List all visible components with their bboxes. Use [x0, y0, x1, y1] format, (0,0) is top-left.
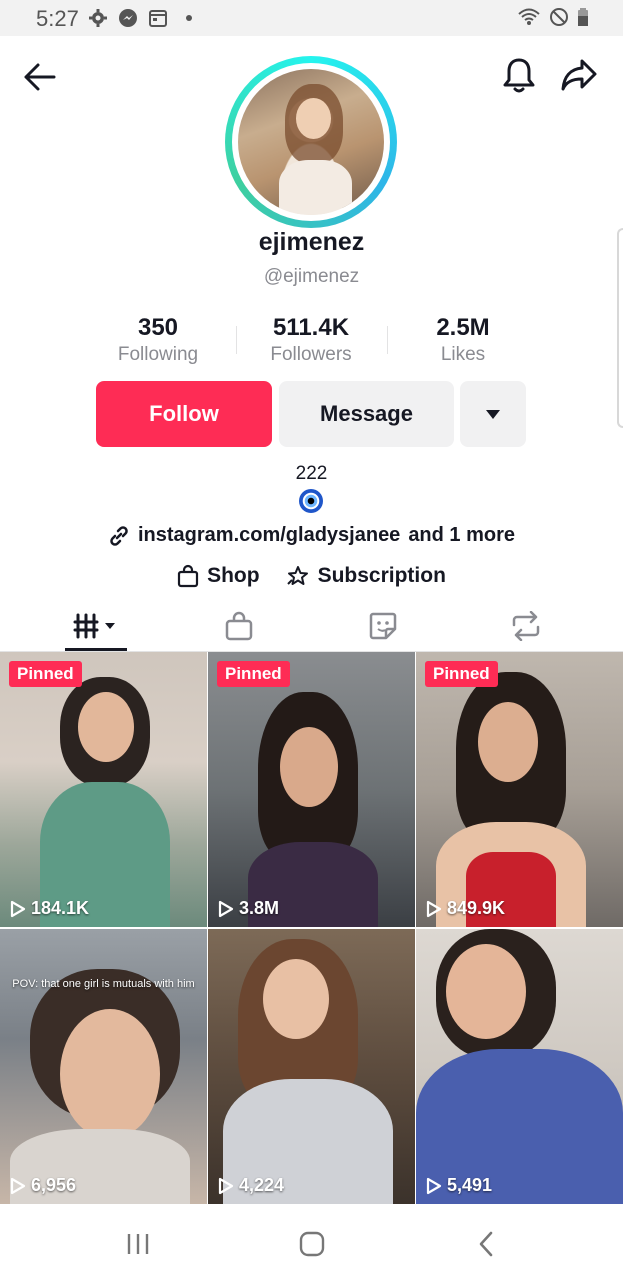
- video-tile[interactable]: POV: that one girl is mutuals with him 6…: [0, 929, 207, 1204]
- video-tile[interactable]: 4,224: [208, 929, 415, 1204]
- display-name: ejimenez: [258, 228, 365, 256]
- star-sparkle-icon: [286, 566, 308, 585]
- profile-chips: Shop Subscription: [0, 564, 623, 588]
- suggested-accounts-button[interactable]: [460, 381, 526, 447]
- stat-following[interactable]: 350 Following: [83, 314, 233, 368]
- shop-link[interactable]: Shop: [177, 564, 260, 588]
- shop-label: Shop: [207, 564, 260, 587]
- stat-value: 2.5M: [436, 314, 490, 341]
- stat-likes[interactable]: 2.5M Likes: [388, 314, 538, 368]
- active-tab-indicator: [65, 648, 127, 651]
- messenger-icon: [119, 9, 137, 27]
- play-icon: [218, 1177, 234, 1194]
- view-count-value: 184.1K: [31, 898, 90, 918]
- bag-icon: [225, 611, 253, 641]
- video-tile[interactable]: Pinned 3.8M: [208, 652, 415, 927]
- wifi-icon: [518, 8, 540, 25]
- tab-favorites[interactable]: [333, 600, 433, 652]
- play-icon: [10, 1177, 26, 1194]
- play-icon: [10, 900, 26, 917]
- view-count: 849.9K: [426, 898, 505, 919]
- message-label: Message: [320, 401, 413, 426]
- edge-panel-handle[interactable]: [617, 228, 623, 428]
- bio-text: 222: [295, 463, 328, 484]
- nazar-emoji-icon: [299, 489, 323, 513]
- view-count-value: 4,224: [239, 1175, 285, 1195]
- stat-followers[interactable]: 511.4K Followers: [236, 314, 386, 368]
- pinned-badge: Pinned: [425, 661, 498, 687]
- video-tile[interactable]: Pinned 849.9K: [416, 652, 623, 927]
- avatar[interactable]: [225, 56, 397, 228]
- recent-apps-icon: [127, 1234, 149, 1254]
- video-overlay-caption: POV: that one girl is mutuals with him: [12, 978, 195, 990]
- notification-bell-button[interactable]: [498, 54, 540, 96]
- view-count: 4,224: [218, 1175, 284, 1196]
- subscription-link[interactable]: Subscription: [286, 564, 446, 588]
- tab-shop[interactable]: [189, 600, 289, 652]
- system-back-button[interactable]: [466, 1226, 506, 1262]
- video-tile[interactable]: Pinned 184.1K: [0, 652, 207, 927]
- stat-value: 511.4K: [272, 314, 350, 341]
- profile-link[interactable]: instagram.com/gladysjanee and 1 more: [0, 524, 623, 547]
- stat-label: Following: [117, 344, 199, 365]
- stat-label: Followers: [270, 344, 352, 365]
- caret-down-icon: [486, 410, 500, 419]
- do-not-disturb-icon: [550, 8, 568, 26]
- view-count-value: 849.9K: [447, 898, 506, 918]
- message-button[interactable]: Message: [279, 381, 454, 447]
- chevron-left-icon: [479, 1231, 493, 1257]
- view-count: 6,956: [10, 1175, 76, 1196]
- share-button[interactable]: [558, 54, 600, 96]
- tab-reposts[interactable]: [476, 600, 576, 652]
- gear-icon: [89, 9, 107, 27]
- video-tile[interactable]: 5,491: [416, 929, 623, 1204]
- stat-label: Likes: [440, 344, 486, 365]
- system-nav-bar: [0, 1208, 623, 1280]
- pinned-badge: Pinned: [9, 661, 82, 687]
- battery-icon: [578, 8, 588, 26]
- recent-apps-button[interactable]: [118, 1226, 158, 1262]
- back-arrow-icon: [24, 63, 56, 91]
- notification-dot-icon: [186, 15, 192, 21]
- status-bar: 5:27: [0, 0, 623, 36]
- tab-videos[interactable]: [46, 600, 146, 652]
- follow-label: Follow: [149, 401, 219, 426]
- avatar-image: [238, 69, 384, 215]
- subscription-label: Subscription: [317, 564, 446, 587]
- link-icon: [110, 525, 128, 546]
- play-icon: [426, 1177, 442, 1194]
- view-count: 5,491: [426, 1175, 492, 1196]
- profile-tabs: [0, 600, 623, 652]
- username-handle: @ejimenez: [263, 266, 360, 287]
- repost-icon: [512, 611, 540, 641]
- link-more: and 1 more: [408, 524, 516, 546]
- follow-button[interactable]: Follow: [96, 381, 272, 447]
- home-button[interactable]: [292, 1226, 332, 1262]
- view-count: 184.1K: [10, 898, 89, 919]
- home-icon: [299, 1231, 325, 1257]
- stat-value: 350: [137, 314, 179, 341]
- share-arrow-icon: [561, 59, 597, 91]
- status-time: 5:27: [36, 6, 79, 31]
- calendar-icon: [149, 10, 167, 27]
- pinned-badge: Pinned: [217, 661, 290, 687]
- sticker-icon: [369, 612, 397, 640]
- view-count-value: 5,491: [447, 1175, 493, 1195]
- link-url: instagram.com/gladysjanee: [137, 524, 401, 546]
- view-count-value: 6,956: [31, 1175, 77, 1195]
- view-count-value: 3.8M: [239, 898, 280, 918]
- videos-grid-icon: [73, 613, 115, 639]
- shopping-bag-icon: [177, 564, 199, 588]
- back-button[interactable]: [18, 56, 60, 98]
- bell-icon: [503, 58, 535, 93]
- play-icon: [218, 900, 234, 917]
- play-icon: [426, 900, 442, 917]
- view-count: 3.8M: [218, 898, 279, 919]
